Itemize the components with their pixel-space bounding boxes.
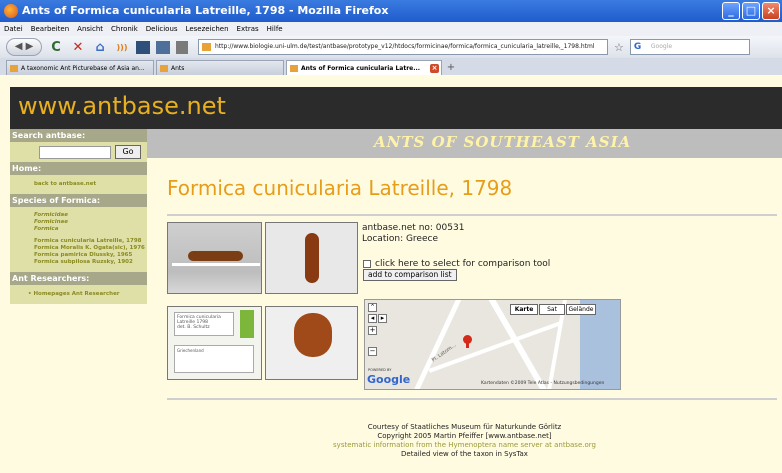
map-type-karte[interactable]: Karte xyxy=(510,304,538,315)
site-header: www.antbase.net xyxy=(10,87,782,129)
species-link-cunicularia[interactable]: Formica cunicularia Latreille, 1798 xyxy=(10,238,147,245)
footer-systematic-link[interactable]: systematic information from the Hymenopt… xyxy=(147,441,782,449)
window-titlebar: Ants of Formica cunicularia Latreille, 1… xyxy=(0,0,782,22)
divider xyxy=(167,214,777,216)
researchers-section: • Homepages Ant Researcher xyxy=(10,285,147,304)
label-species: Formica cunicularia Latreille 1798 xyxy=(177,315,221,325)
researchers-link[interactable]: • Homepages Ant Researcher xyxy=(10,291,147,298)
back-to-antbase-link[interactable]: back to antbase.net xyxy=(10,181,147,188)
map-type-gelaende[interactable]: Gelände xyxy=(566,304,596,315)
search-row: Go xyxy=(10,142,147,162)
taxon-link-formicidae[interactable]: Formicidae xyxy=(10,212,147,219)
menu-hilfe[interactable]: Hilfe xyxy=(267,22,283,36)
menu-extras[interactable]: Extras xyxy=(237,22,259,36)
specimen-info: antbase.net no: 00531 Location: Greece xyxy=(362,223,464,245)
species-heading: Species of Formica: xyxy=(10,194,147,207)
compare-checkbox[interactable] xyxy=(363,260,371,268)
taxon-link-formica[interactable]: Formica xyxy=(10,226,147,233)
specimen-head-image[interactable] xyxy=(265,306,358,380)
map-powered-by: POWERED BY xyxy=(368,368,392,372)
tab-ant-picturebase[interactable]: A taxonomic Ant Picturebase of Asia an..… xyxy=(6,60,154,75)
search-input[interactable]: Google xyxy=(629,39,750,55)
footer-copyright: Copyright 2005 Martin Pfeiffer [www.antb… xyxy=(377,432,552,440)
add-to-comparison-button[interactable]: add to comparison list xyxy=(363,269,457,281)
menu-datei[interactable]: Datei xyxy=(4,22,23,36)
google-logo[interactable]: Google xyxy=(367,373,410,386)
rss-icon[interactable]: ))) xyxy=(114,39,130,55)
antbase-search-input[interactable] xyxy=(39,145,111,159)
main-content: Formica cunicularia Latreille, 1798 Form… xyxy=(147,158,782,473)
page-title: Formica cunicularia Latreille, 1798 xyxy=(167,176,513,200)
home-section: back to antbase.net xyxy=(10,175,147,194)
compare-row: click here to select for comparison tool xyxy=(363,259,550,269)
bookmark-star-icon[interactable]: ☆ xyxy=(614,41,624,54)
antbase-number: antbase.net no: 00531 xyxy=(362,223,465,233)
print-icon[interactable] xyxy=(176,40,188,54)
menu-delicious[interactable]: Delicious xyxy=(146,22,178,36)
sidebar: Search antbase: Go Home: back to antbase… xyxy=(10,129,147,473)
home-heading: Home: xyxy=(10,162,147,175)
specimen-label: Formica cunicularia Latreille 1798 det. … xyxy=(174,312,234,336)
map-pan-up-icon[interactable]: ⌃ xyxy=(368,303,377,312)
banner-title: ANTS OF SOUTHEAST ASIA xyxy=(374,133,632,151)
label-tag xyxy=(240,310,254,338)
taxon-link-formicinae[interactable]: Formicinae xyxy=(10,219,147,226)
map-pan-icon[interactable]: ◂ xyxy=(368,314,377,323)
species-link-moralis[interactable]: Formica Moralis K. Ogata(sic), 1976 xyxy=(10,245,147,252)
tab-active-label: Ants of Formica cunicularia Latre... xyxy=(301,65,421,72)
label-locality: Griechenland xyxy=(177,348,204,353)
go-button[interactable]: Go xyxy=(115,145,141,159)
divider xyxy=(167,398,777,400)
close-button[interactable]: × xyxy=(762,2,780,20)
navigation-toolbar: ◀ ▶ C ✕ ⌂ ))) http://www.biologie.uni-ul… xyxy=(0,36,782,58)
location-text: Location: Greece xyxy=(362,234,438,244)
stop-icon[interactable]: ✕ xyxy=(70,39,86,55)
map-marker-icon[interactable] xyxy=(463,335,472,348)
window-title: Ants of Formica cunicularia Latreille, 1… xyxy=(22,4,389,17)
site-title[interactable]: www.antbase.net xyxy=(18,92,226,120)
location-map[interactable]: ⌃ ◂ ▸ + − Karte Sat Gelände Pl. Latom...… xyxy=(364,299,621,390)
specimen-lateral-image[interactable] xyxy=(167,222,262,294)
menu-lesezeichen[interactable]: Lesezeichen xyxy=(186,22,229,36)
page-viewport: www.antbase.net Search antbase: Go Home:… xyxy=(0,75,782,473)
species-link-pamirica[interactable]: Formica pamirica Dlussky, 1965 xyxy=(10,252,147,259)
new-tab-button[interactable]: + xyxy=(444,62,458,75)
map-zoom-out-button[interactable]: − xyxy=(368,347,377,356)
researchers-link-label: Homepages Ant Researcher xyxy=(33,291,120,297)
footer-courtesy: Courtesy of Staatliches Museum für Natur… xyxy=(367,423,562,431)
bookmark-toolbar-icon[interactable] xyxy=(136,40,150,54)
compare-label: click here to select for comparison tool xyxy=(375,259,551,269)
maximize-button[interactable]: □ xyxy=(742,2,760,20)
tab-formica-cunicularia[interactable]: Ants of Formica cunicularia Latre... × xyxy=(286,60,442,75)
menubar: Datei Bearbeiten Ansicht Chronik Delicio… xyxy=(0,22,782,36)
footer-systax-link[interactable]: Detailed view of the taxon in SysTax xyxy=(147,450,782,458)
menu-chronik[interactable]: Chronik xyxy=(111,22,138,36)
map-pan-right-icon[interactable]: ▸ xyxy=(378,314,387,323)
menu-bearbeiten[interactable]: Bearbeiten xyxy=(31,22,69,36)
window-controls: _ □ × xyxy=(722,2,780,20)
map-zoom-in-button[interactable]: + xyxy=(368,326,377,335)
firefox-icon xyxy=(4,4,18,18)
researchers-heading: Ant Researchers: xyxy=(10,272,147,285)
tab-close-icon[interactable]: × xyxy=(430,64,439,73)
url-input[interactable]: http://www.biologie.uni-ulm.de/test/antb… xyxy=(198,39,608,55)
tab-bar: A taxonomic Ant Picturebase of Asia an..… xyxy=(0,58,782,75)
search-heading: Search antbase: xyxy=(10,129,147,142)
screen-icon[interactable] xyxy=(156,40,170,54)
specimen-dorsal-image[interactable] xyxy=(265,222,358,294)
home-icon[interactable]: ⌂ xyxy=(92,39,108,55)
map-copyright[interactable]: Kartendaten ©2009 Tele Atlas - Nutzungsb… xyxy=(481,381,604,386)
species-section: Formicidae Formicinae Formica Formica cu… xyxy=(10,207,147,272)
reload-icon[interactable]: C xyxy=(48,39,64,55)
locality-label: Griechenland xyxy=(174,345,254,373)
species-link-subpilosa[interactable]: Formica subpilosa Ruzsky, 1902 xyxy=(10,259,147,266)
menu-ansicht[interactable]: Ansicht xyxy=(77,22,103,36)
label-det: det. B. Schultz xyxy=(177,325,210,330)
specimen-label-image[interactable]: Formica cunicularia Latreille 1798 det. … xyxy=(167,306,262,380)
map-type-sat[interactable]: Sat xyxy=(539,304,565,315)
tab-ants[interactable]: Ants xyxy=(156,60,284,75)
minimize-button[interactable]: _ xyxy=(722,2,740,20)
region-banner: ANTS OF SOUTHEAST ASIA xyxy=(147,129,782,158)
back-forward-button[interactable]: ◀ ▶ xyxy=(6,38,42,56)
